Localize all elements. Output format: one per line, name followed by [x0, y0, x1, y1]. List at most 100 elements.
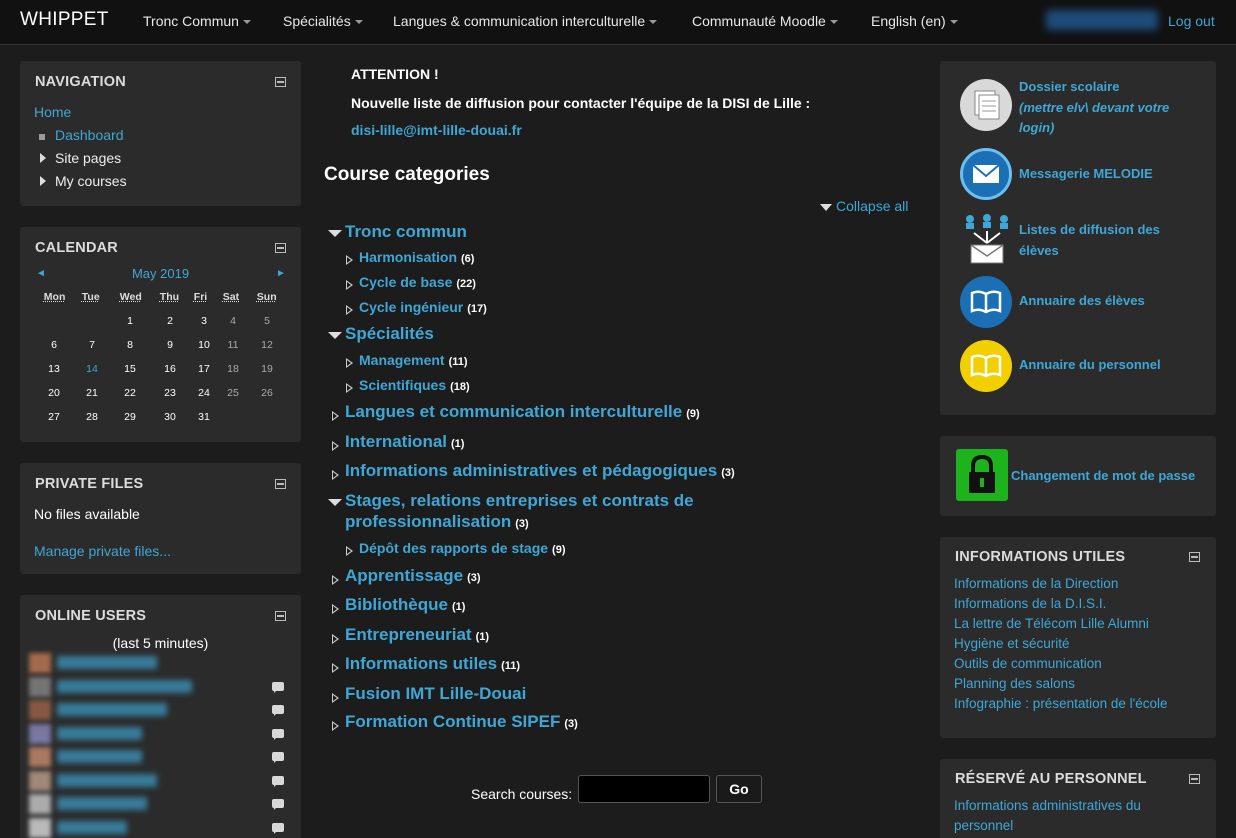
book-icon[interactable]	[960, 340, 1012, 392]
message-icon[interactable]	[272, 729, 284, 738]
expand-category-icon[interactable]	[346, 383, 353, 393]
category-link[interactable]: Bibliothèque	[345, 595, 448, 614]
menu-langues[interactable]: Langues & communication interculturelle	[393, 13, 657, 29]
collapse-icon[interactable]	[275, 611, 286, 621]
user-name-blurred[interactable]	[57, 750, 142, 763]
calendar-day[interactable]: 7	[77, 339, 107, 351]
online-user-row[interactable]	[27, 746, 292, 768]
message-icon[interactable]	[272, 799, 284, 808]
collapse-category-icon[interactable]	[328, 499, 342, 506]
logout-link[interactable]: Log out	[1168, 13, 1215, 29]
message-icon[interactable]	[272, 752, 284, 761]
user-name-blurred[interactable]	[57, 703, 167, 716]
calendar-day[interactable]: 19	[252, 363, 282, 375]
info-link[interactable]: Informations de la Direction	[954, 576, 1118, 591]
calendar-day[interactable]: 20	[39, 387, 69, 399]
info-link[interactable]: Informations administratives du	[954, 798, 1141, 813]
category-link[interactable]: Dépôt des rapports de stage	[359, 540, 548, 556]
expand-icon[interactable]	[40, 153, 46, 163]
book-icon[interactable]	[960, 276, 1012, 328]
search-courses-input[interactable]	[578, 775, 710, 803]
calendar-day[interactable]: 26	[252, 387, 282, 399]
collapse-category-icon[interactable]	[328, 230, 342, 237]
category-link[interactable]: Formation Continue SIPEF	[345, 712, 560, 731]
category-link[interactable]: Fusion IMT Lille-Douai	[345, 684, 526, 703]
calendar-month[interactable]: May 2019	[20, 266, 301, 281]
user-name-blurred[interactable]	[57, 774, 157, 787]
user-name-blurred[interactable]	[57, 821, 127, 834]
calendar-day[interactable]: 10	[189, 339, 219, 351]
listes-diffusion-link[interactable]: Listes de diffusion des élèves	[1019, 219, 1160, 261]
calendar-day[interactable]: 5	[252, 315, 282, 327]
expand-category-icon[interactable]	[346, 358, 353, 368]
search-go-button[interactable]: Go	[716, 775, 762, 803]
user-name-blurred[interactable]	[57, 797, 147, 810]
calendar-day[interactable]: 22	[115, 387, 145, 399]
info-link[interactable]: personnel	[954, 818, 1013, 833]
category-link[interactable]: professionnalisation	[345, 512, 511, 531]
expand-category-icon[interactable]	[332, 634, 339, 644]
menu-language[interactable]: English (en)	[871, 13, 958, 29]
online-user-row[interactable]	[27, 676, 292, 698]
lock-icon[interactable]	[956, 449, 1008, 501]
expand-category-icon[interactable]	[346, 546, 353, 556]
menu-tronc-commun[interactable]: Tronc Commun	[143, 13, 251, 29]
expand-icon[interactable]	[40, 176, 46, 186]
online-user-row[interactable]	[27, 817, 292, 838]
calendar-day[interactable]: 8	[115, 339, 145, 351]
online-user-row[interactable]	[27, 699, 292, 721]
online-user-row[interactable]	[27, 770, 292, 792]
category-link[interactable]: Cycle ingénieur	[359, 299, 463, 315]
calendar-day[interactable]: 13	[39, 363, 69, 375]
mailing-list-icon[interactable]	[962, 213, 1012, 265]
nav-home-link[interactable]: Home	[34, 104, 71, 120]
calendar-day[interactable]: 12	[252, 339, 282, 351]
calendar-day[interactable]: 21	[77, 387, 107, 399]
expand-category-icon[interactable]	[332, 604, 339, 614]
expand-category-icon[interactable]	[332, 663, 339, 673]
calendar-day[interactable]: 14	[77, 363, 107, 375]
user-name-blurred[interactable]	[57, 680, 192, 693]
online-user-row[interactable]	[27, 652, 292, 674]
calendar-day[interactable]: 29	[115, 411, 145, 423]
expand-category-icon[interactable]	[332, 575, 339, 585]
category-link[interactable]: Management	[359, 352, 445, 368]
nav-my-courses[interactable]: My courses	[55, 173, 127, 189]
user-name-blurred[interactable]	[57, 727, 142, 740]
category-link[interactable]: Langues et communication interculturelle	[345, 402, 682, 421]
calendar-day[interactable]: 27	[39, 411, 69, 423]
category-link[interactable]: Informations utiles	[345, 654, 497, 673]
category-link[interactable]: Entrepreneuriat	[345, 625, 472, 644]
calendar-day[interactable]: 2	[155, 315, 185, 327]
message-icon[interactable]	[272, 682, 284, 691]
category-link[interactable]: Scientifiques	[359, 377, 446, 393]
category-link[interactable]: Informations administratives et pédagogi…	[345, 461, 717, 480]
online-user-row[interactable]	[27, 723, 292, 745]
calendar-day[interactable]: 18	[218, 363, 248, 375]
collapse-icon[interactable]	[275, 243, 286, 253]
calendar-day[interactable]: 24	[189, 387, 219, 399]
collapse-icon[interactable]	[1189, 774, 1200, 784]
expand-category-icon[interactable]	[332, 721, 339, 731]
calendar-day[interactable]: 31	[189, 411, 219, 423]
info-link[interactable]: La lettre de Télécom Lille Alumni	[954, 616, 1149, 631]
category-link[interactable]: Harmonisation	[359, 249, 457, 265]
expand-category-icon[interactable]	[346, 255, 353, 265]
next-month-arrow-icon[interactable]: ►	[276, 268, 286, 279]
category-link[interactable]: Stages, relations entreprises et contrat…	[345, 491, 694, 510]
collapse-category-icon[interactable]	[328, 332, 342, 339]
disi-email-link[interactable]: disi-lille@imt-lille-douai.fr	[351, 122, 522, 138]
message-icon[interactable]	[272, 705, 284, 714]
nav-dashboard[interactable]: Dashboard	[55, 127, 124, 143]
category-link[interactable]: International	[345, 432, 447, 451]
site-brand[interactable]: WHIPPET	[20, 9, 109, 31]
info-link[interactable]: Infographie : présentation de l'école	[954, 696, 1167, 711]
collapse-all-link[interactable]: Collapse all	[820, 198, 908, 214]
calendar-day[interactable]: 17	[189, 363, 219, 375]
info-link[interactable]: Outils de communication	[954, 656, 1102, 671]
messagerie-melodie-link[interactable]: Messagerie MELODIE	[1019, 166, 1153, 181]
dossier-scolaire-link[interactable]: Dossier scolaire (mettre elv\ devant vot…	[1019, 77, 1169, 139]
expand-category-icon[interactable]	[332, 411, 339, 421]
calendar-day[interactable]: 15	[115, 363, 145, 375]
user-name-blurred[interactable]	[57, 656, 157, 669]
